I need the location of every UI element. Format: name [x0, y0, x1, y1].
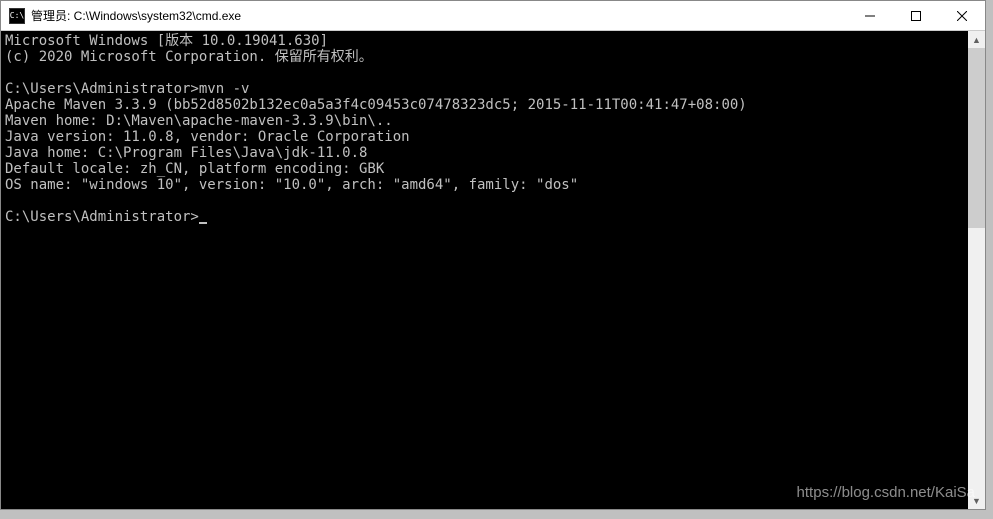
console-line: Maven home: D:\Maven\apache-maven-3.3.9\… [5, 113, 393, 129]
console-area: Microsoft Windows [版本 10.0.19041.630] (c… [1, 31, 985, 509]
cursor [199, 222, 207, 224]
minimize-button[interactable] [847, 1, 893, 30]
console-line: Java version: 11.0.8, vendor: Oracle Cor… [5, 129, 410, 145]
console-line: C:\Users\Administrator>mvn -v [5, 81, 249, 97]
scroll-up-button[interactable]: ▲ [968, 31, 985, 48]
console-line: (c) 2020 Microsoft Corporation. 保留所有权利。 [5, 49, 373, 65]
vertical-scrollbar[interactable]: ▲ ▼ [968, 31, 985, 509]
console-line: Default locale: zh_CN, platform encoding… [5, 161, 384, 177]
scroll-down-button[interactable]: ▼ [968, 492, 985, 509]
scroll-thumb[interactable] [968, 48, 985, 228]
cmd-icon: C:\ [9, 8, 25, 24]
close-button[interactable] [939, 1, 985, 30]
window-controls [847, 1, 985, 30]
console-line: Java home: C:\Program Files\Java\jdk-11.… [5, 145, 367, 161]
cmd-window: C:\ 管理员: C:\Windows\system32\cmd.exe Mic… [0, 0, 986, 510]
maximize-button[interactable] [893, 1, 939, 30]
window-title: 管理员: C:\Windows\system32\cmd.exe [31, 7, 847, 24]
console-line: Apache Maven 3.3.9 (bb52d8502b132ec0a5a3… [5, 97, 747, 113]
console-line: Microsoft Windows [版本 10.0.19041.630] [5, 33, 328, 49]
console-output[interactable]: Microsoft Windows [版本 10.0.19041.630] (c… [1, 31, 968, 509]
console-line: OS name: "windows 10", version: "10.0", … [5, 177, 578, 193]
console-prompt: C:\Users\Administrator> [5, 209, 199, 225]
titlebar[interactable]: C:\ 管理员: C:\Windows\system32\cmd.exe [1, 1, 985, 31]
